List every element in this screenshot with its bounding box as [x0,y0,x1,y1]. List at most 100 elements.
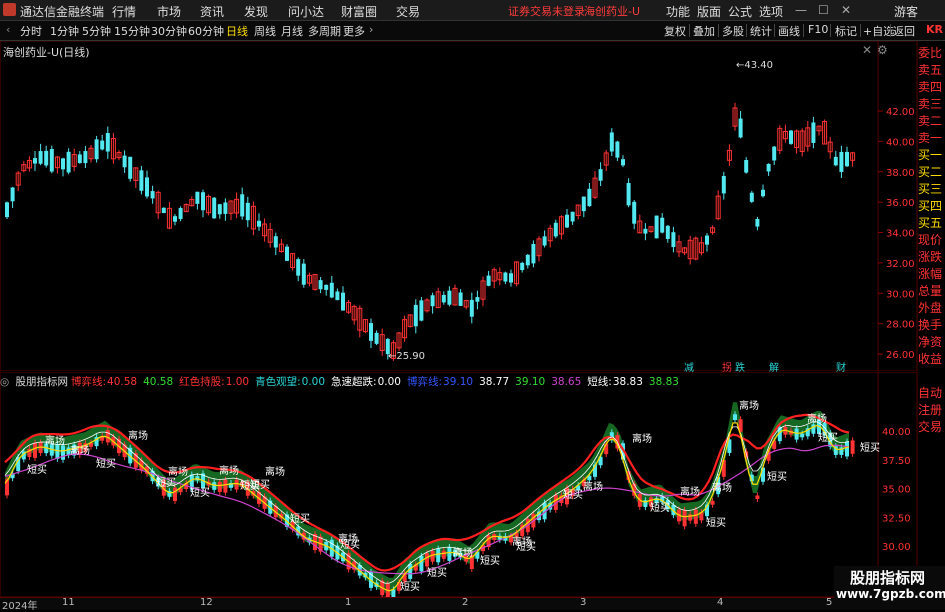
btn-back[interactable]: 返回 [893,23,915,39]
quote-row-label[interactable]: 委比 [918,45,945,62]
quote-row-label[interactable]: 外盘 [918,300,945,317]
quote-row-label[interactable]: 净资 [918,334,945,351]
menu-news[interactable]: 资讯 [200,3,224,20]
quote-row-label[interactable]: 买五 [918,215,945,232]
indicator-candle [436,548,441,563]
menu-market-quotes[interactable]: 行情 [112,3,136,20]
menu-ask[interactable]: 问小达 [288,3,324,20]
indicator-field-label: 急速超跌: [331,376,377,388]
quote-row-label[interactable]: 卖一 [918,130,945,147]
tab-intraday[interactable]: 分时 [20,23,42,39]
menu-market[interactable]: 市场 [157,3,181,20]
short-buy-signal-label: 短买 [27,465,47,476]
panel-action-label[interactable]: 注册 [918,402,945,419]
short-buy-signal-label: 短买 [250,480,270,491]
indicator-name[interactable]: 股朋指标网 [16,376,69,388]
indicator-field: 博弈线:40.58 [71,376,140,388]
menu-wealth[interactable]: 财富圈 [341,3,377,20]
candle-down [761,189,765,197]
candle-down [441,294,446,303]
btn-f10[interactable]: F10 [808,23,828,36]
quote-row-label[interactable]: 收益 [918,351,945,368]
indicator-tick-label: 35.00 [882,485,911,496]
quote-row-label[interactable]: 涨幅 [918,266,945,283]
quote-row-label[interactable]: 买二 [918,164,945,181]
indicator-settings-icon[interactable]: ◎ [0,376,13,388]
indicator-chart[interactable]: 40.0037.5035.0032.5030.0014:5014:5014:50… [0,372,918,597]
candle-down [839,151,844,172]
quote-row-label[interactable]: 现价 [918,232,945,249]
menu-formula[interactable]: 公式 [728,3,752,20]
indicator-field-value: 40.58 [107,376,138,388]
quote-row-label[interactable]: 换手 [918,317,945,334]
tab-30min[interactable]: 30分钟 [151,23,187,39]
candle-down [520,262,525,271]
kr-badge[interactable]: KR [926,23,943,36]
more-chevron-icon[interactable]: › [369,23,373,36]
candle-down [660,217,665,233]
indicator-tick-label: 40.00 [882,427,911,438]
candlestick-chart[interactable]: 42.00 40.00 38.00 36.00 34.00 32.00 30.00 28.00… [0,41,918,371]
candle-down [61,158,65,170]
quote-row-label[interactable]: 卖二 [918,113,945,130]
quote-row-label[interactable]: 卖四 [918,79,945,96]
candle-down [570,211,575,222]
title-bar: 通达信金融终端 行情 市场 资讯 发现 问小达 财富圈 交易 证券交易未登录 海… [0,0,945,21]
tab-monthly[interactable]: 月线 [281,23,303,39]
btn-multi-stock[interactable]: 多股 [722,23,744,39]
panel-action-label[interactable]: 自动 [918,385,945,402]
menu-trade[interactable]: 交易 [396,3,420,20]
btn-stats[interactable]: 统计 [750,23,772,39]
quote-row-label[interactable]: 涨跌 [918,249,945,266]
maximize-icon[interactable]: ☐ [818,3,829,17]
exit-signal-label: 离场 [453,548,473,559]
close-chart-icon[interactable]: ✕ [862,43,872,57]
candle-down [744,159,749,173]
quote-row-label[interactable]: 卖三 [918,96,945,113]
candle-down [122,155,127,168]
candle-down [419,300,424,321]
btn-draw[interactable]: 画线 [778,23,800,39]
btn-overlay[interactable]: 叠加 [693,23,715,39]
tab-more[interactable]: 更多 [343,23,365,39]
indicator-field: 38.83 [649,376,682,388]
quote-row-label[interactable]: 卖五 [918,62,945,79]
quote-row-label[interactable]: 买一 [918,147,945,164]
indicator-field-value: 40.58 [143,376,174,388]
panel-action-label[interactable]: 交易 [918,419,945,436]
quote-row-label[interactable]: 买三 [918,181,945,198]
divider [890,24,891,37]
candle-down [33,158,37,164]
candle-down [469,299,474,317]
menu-function[interactable]: 功能 [666,3,690,20]
btn-mark[interactable]: 标记 [835,23,857,39]
close-icon[interactable]: ✕ [841,3,851,17]
menu-options[interactable]: 选项 [759,3,783,20]
guest-button[interactable]: 游客 [894,3,918,20]
tab-multi-period[interactable]: 多周期 [308,23,341,39]
quote-row-label[interactable]: 买四 [918,198,945,215]
tab-daily[interactable]: 日线 [226,23,248,39]
candle-down [83,151,88,164]
tab-15min[interactable]: 15分钟 [114,23,150,39]
stock-link[interactable]: 海创药业-U [584,3,640,19]
tab-weekly[interactable]: 周线 [254,23,276,39]
tab-1min[interactable]: 1分钟 [50,23,79,39]
tab-60min[interactable]: 60分钟 [188,23,224,39]
watermark-url: www.7gpzb.com [836,587,945,601]
btn-adjust[interactable]: 复权 [664,23,686,39]
menu-layout[interactable]: 版面 [697,3,721,20]
candle-down [845,151,849,167]
gear-icon[interactable]: ⚙ [877,43,888,57]
tab-5min[interactable]: 5分钟 [82,23,111,39]
date-tick-label: 2024年 [2,601,38,612]
candle-down [509,273,513,283]
scroll-left-icon[interactable]: ‹ [6,23,10,36]
indicator-field-value: 38.83 [648,376,679,388]
quote-row-label[interactable]: 总量 [918,283,945,300]
price-tick-label: 40.00 [886,137,915,148]
candle-down [318,280,323,290]
menu-discover[interactable]: 发现 [244,3,268,20]
login-warning[interactable]: 证券交易未登录 [508,3,585,19]
minimize-icon[interactable]: — [795,3,807,17]
